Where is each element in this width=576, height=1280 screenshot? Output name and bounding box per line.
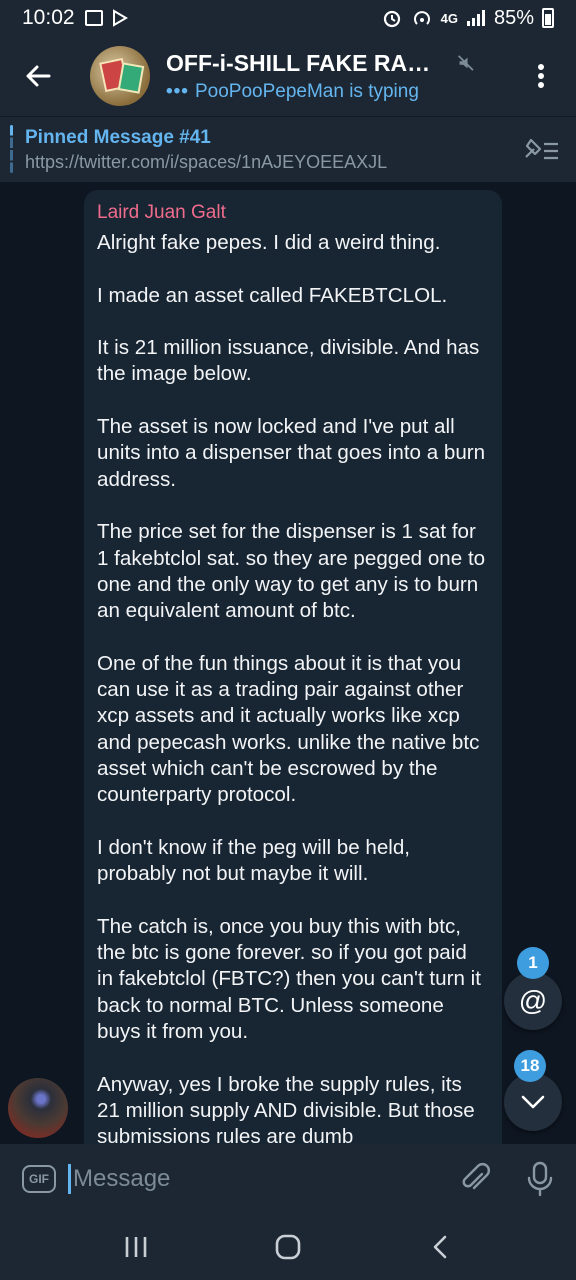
more-options-button[interactable] (526, 60, 556, 92)
recent-apps-icon (125, 1237, 147, 1257)
message-paragraph: The catch is, once you buy this with btc… (97, 914, 481, 1043)
message-input[interactable] (73, 1165, 443, 1193)
message-paragraph: It is 21 million issuance, divisible. An… (97, 336, 480, 386)
chat-title: OFF-i-SHILL FAKE RARE P... (166, 49, 442, 76)
sender-avatar[interactable] (8, 1078, 68, 1138)
message-bubble[interactable]: Laird Juan Galt Alright fake pepes. I di… (84, 190, 502, 1144)
message-paragraph: Anyway, yes I broke the supply rules, it… (97, 1072, 475, 1145)
gif-button[interactable]: GIF (22, 1165, 56, 1193)
message-paragraph: One of the fun things about it is that y… (97, 651, 480, 807)
pinned-message-bar[interactable]: Pinned Message #41 https://twitter.com/i… (0, 116, 576, 182)
message-sender[interactable]: Laird Juan Galt (97, 202, 486, 224)
pinned-list-icon[interactable] (520, 135, 560, 165)
microphone-icon[interactable] (524, 1160, 556, 1198)
signal-icon (466, 10, 485, 26)
hotspot-icon (413, 11, 430, 25)
battery-percent: 85% (493, 6, 534, 29)
unread-count-badge: 18 (514, 1050, 546, 1082)
at-icon: @ (518, 985, 548, 1016)
system-navigation-bar (0, 1214, 576, 1280)
system-back-button[interactable] (415, 1227, 465, 1267)
typing-indicator: ••• (166, 80, 189, 102)
back-button[interactable] (0, 36, 76, 116)
dot-icon (538, 64, 544, 70)
play-notification-icon (112, 9, 128, 27)
paperclip-icon[interactable] (458, 1162, 492, 1196)
pinned-title: Pinned Message #41 (25, 126, 211, 148)
alarm-icon (383, 10, 400, 28)
chat-header: OFF-i-SHILL FAKE RARE P... ••• PooPooPep… (0, 36, 576, 116)
chevron-down-icon (521, 1095, 545, 1109)
chat-info[interactable]: OFF-i-SHILL FAKE RARE P... ••• PooPooPep… (166, 50, 476, 103)
chat-subtitle: PooPooPepeMan is typing (194, 80, 419, 102)
message-paragraph: I made an asset called FAKEBTCLOL. (97, 283, 448, 307)
home-icon (275, 1234, 301, 1260)
network-type: 4G (440, 10, 458, 26)
arrow-left-icon (26, 65, 51, 87)
muted-icon (458, 55, 474, 71)
message-paragraph: The price set for the dispenser is 1 sat… (97, 520, 486, 623)
mention-count-badge: 1 (517, 947, 549, 979)
message-list[interactable]: Laird Juan Galt Alright fake pepes. I di… (0, 182, 576, 1144)
recent-apps-button[interactable] (111, 1227, 161, 1267)
dot-icon (538, 82, 544, 88)
group-avatar[interactable] (90, 46, 150, 106)
battery-icon (542, 8, 554, 28)
status-time: 10:02 (22, 6, 75, 29)
gallery-notification-icon (84, 10, 103, 26)
composer: GIF (0, 1144, 576, 1214)
pinned-text: https://twitter.com/i/spaces/1nAJEYOEEAX… (25, 151, 388, 172)
text-cursor (68, 1164, 71, 1194)
message-paragraph: I don't know if the peg will be held, pr… (97, 835, 411, 886)
chevron-left-icon (433, 1235, 447, 1259)
mentions-button[interactable]: @ (504, 972, 562, 1030)
message-paragraph: The asset is now locked and I've put all… (97, 415, 486, 491)
dot-icon (538, 73, 544, 79)
home-button[interactable] (263, 1227, 313, 1267)
status-bar: 10:02 4G 85% (0, 0, 576, 36)
message-paragraph: Alright fake pepes. I did a weird thing. (97, 231, 441, 254)
pinned-indicator (10, 125, 13, 173)
